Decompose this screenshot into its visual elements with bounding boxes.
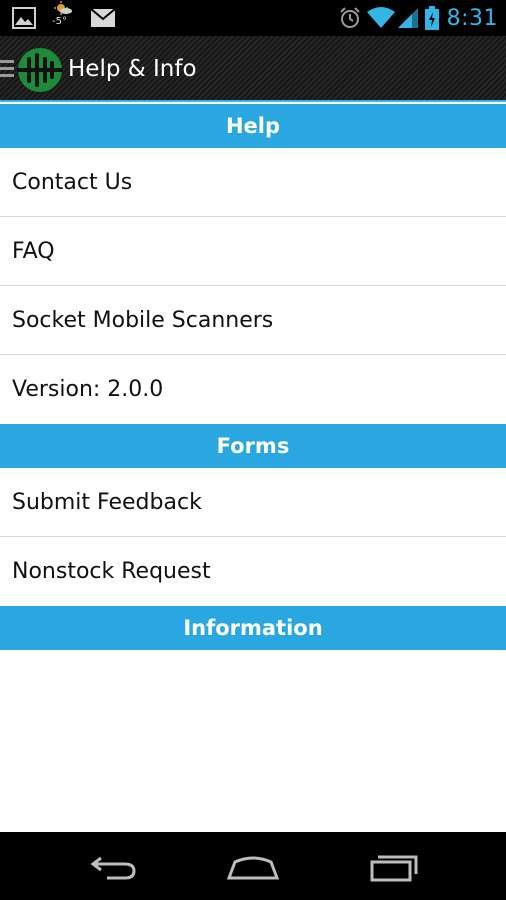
navigation-bar bbox=[0, 832, 506, 900]
list-item-contact-us[interactable]: Contact Us bbox=[0, 148, 506, 217]
status-time: 8:31 bbox=[446, 5, 498, 31]
recent-apps-icon[interactable] bbox=[368, 850, 420, 882]
alarm-icon bbox=[339, 7, 360, 28]
list-item-faq[interactable]: FAQ bbox=[0, 217, 506, 286]
back-icon[interactable] bbox=[87, 850, 139, 882]
signal-icon bbox=[397, 8, 418, 28]
list-item-submit-feedback[interactable]: Submit Feedback bbox=[0, 468, 506, 537]
weather-temperature: -5° bbox=[52, 16, 67, 27]
battery-charging-icon bbox=[424, 6, 439, 30]
list-item-socket-mobile-scanners[interactable]: Socket Mobile Scanners bbox=[0, 286, 506, 355]
section-header-help: Help bbox=[0, 104, 506, 148]
help-info-list: Help Contact Us FAQ Socket Mobile Scanne… bbox=[0, 104, 506, 650]
gmail-icon bbox=[90, 8, 116, 27]
list-item-version: Version: 2.0.0 bbox=[0, 355, 506, 424]
app-logo-icon[interactable] bbox=[17, 47, 63, 93]
system-icons: 8:31 bbox=[339, 0, 498, 36]
status-bar: -5° 8:31 bbox=[0, 0, 506, 36]
page-title: Help & Info bbox=[68, 56, 197, 82]
list-item-nonstock-request[interactable]: Nonstock Request bbox=[0, 537, 506, 606]
wifi-icon bbox=[366, 7, 395, 28]
section-header-forms: Forms bbox=[0, 424, 506, 468]
action-bar: Help & Info bbox=[0, 36, 506, 102]
drawer-menu-icon[interactable] bbox=[0, 59, 14, 79]
notification-icons: -5° bbox=[12, 1, 116, 31]
section-header-information: Information bbox=[0, 606, 506, 650]
weather-icon: -5° bbox=[50, 1, 76, 31]
home-icon[interactable] bbox=[226, 850, 280, 882]
image-icon bbox=[12, 7, 36, 29]
